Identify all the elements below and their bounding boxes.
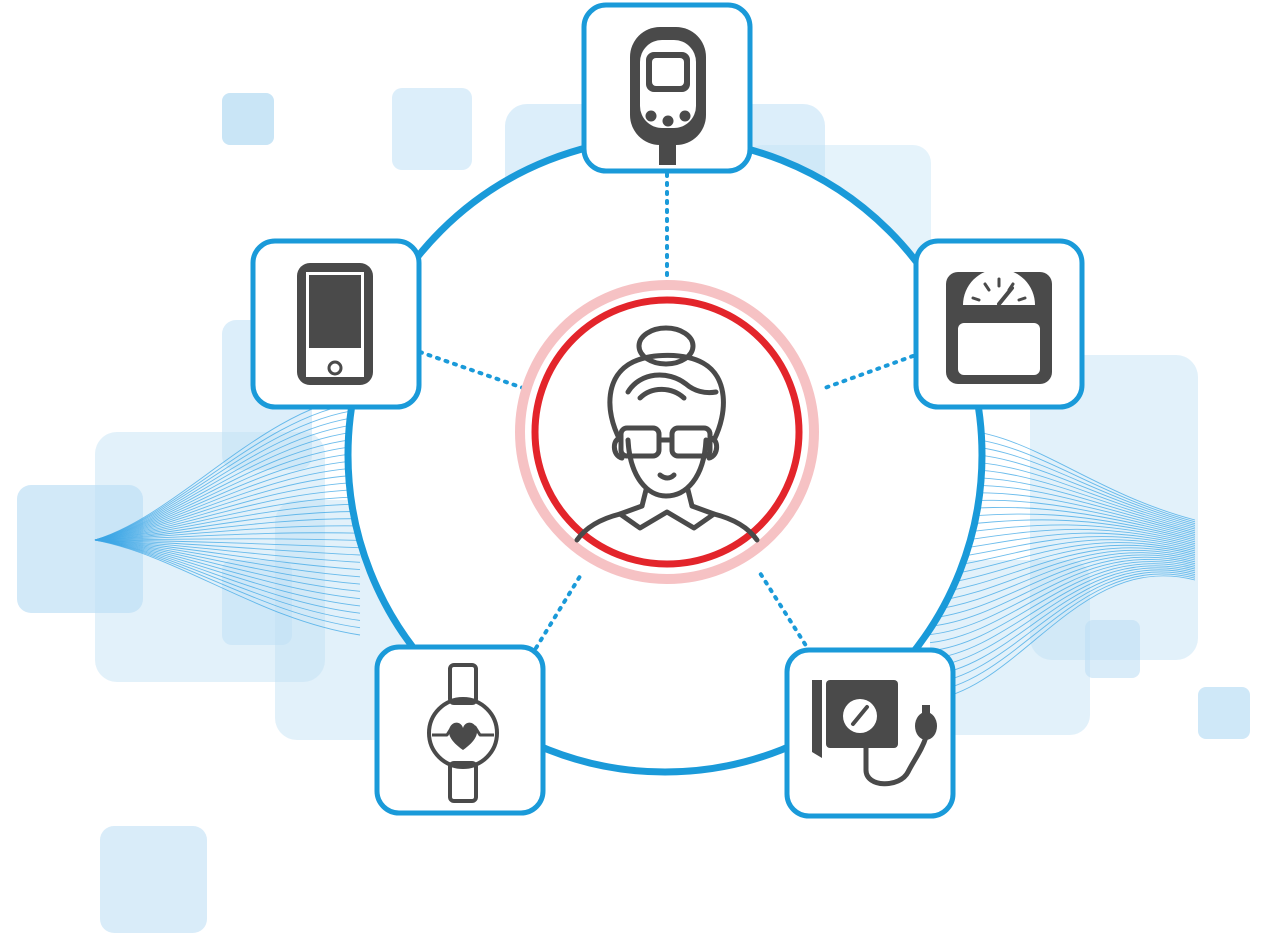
smartphone-icon	[297, 263, 373, 385]
bg-square	[1198, 687, 1250, 739]
weight-scale-icon	[946, 269, 1052, 384]
device-tile-smartphone	[250, 238, 422, 410]
device-tile-smartwatch	[374, 644, 546, 816]
bg-square	[222, 93, 274, 145]
bg-square	[17, 485, 143, 613]
bg-square	[100, 826, 207, 933]
device-tile-blood-pressure-monitor	[784, 647, 956, 819]
bg-square	[392, 88, 472, 170]
connected-health-diagram	[17, 2, 1250, 933]
device-tile-glucose-meter	[581, 2, 753, 174]
center-person	[515, 280, 819, 584]
device-tile-weight-scale	[913, 238, 1085, 410]
center-ring	[531, 296, 803, 568]
bg-square	[1085, 620, 1140, 678]
